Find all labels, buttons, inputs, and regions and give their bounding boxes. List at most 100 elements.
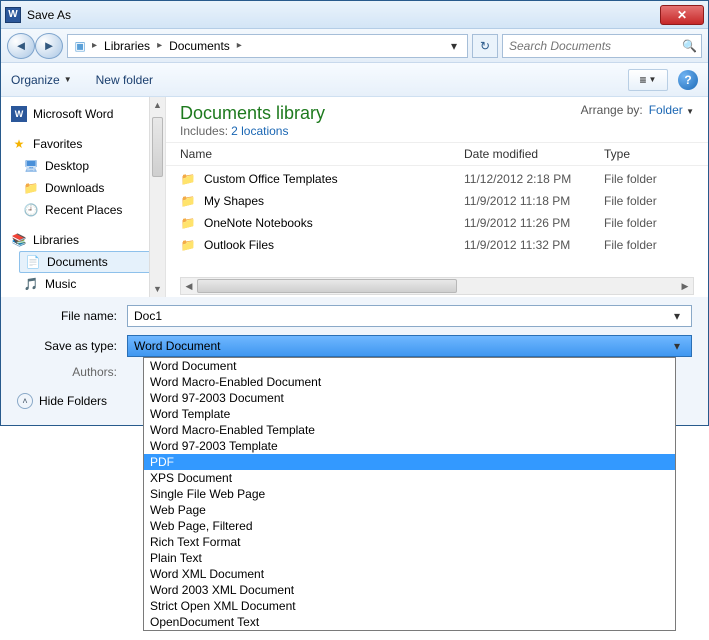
savetype-option[interactable]: Word Macro-Enabled Template — [144, 422, 675, 438]
file-type: File folder — [604, 194, 694, 208]
savetype-option[interactable]: Word 97-2003 Document — [144, 390, 675, 406]
chevron-right-icon[interactable]: ▸ — [157, 40, 162, 51]
horizontal-scrollbar[interactable]: ◀ ▶ — [180, 277, 694, 295]
file-type: File folder — [604, 172, 694, 186]
folder-icon: 📁 — [180, 215, 196, 231]
sidebar-scrollbar[interactable]: ▲ ▼ — [149, 97, 165, 297]
authors-label: Authors: — [17, 365, 127, 379]
close-button[interactable]: ✕ — [660, 5, 704, 25]
chevron-down-icon[interactable]: ▾ — [669, 339, 685, 353]
filename-input[interactable]: Doc1 ▾ — [127, 305, 692, 327]
savetype-option[interactable]: Rich Text Format — [144, 534, 675, 550]
toolbar: Organize ▼ New folder ≡ ▼ ? — [1, 63, 708, 97]
address-bar[interactable]: ▣ ▸ Libraries ▸ Documents ▸ ▾ — [67, 34, 468, 58]
breadcrumb-segment[interactable]: Documents — [166, 39, 233, 53]
filename-value: Doc1 — [134, 309, 669, 323]
main-pane: Documents library Includes: 2 locations … — [166, 97, 708, 297]
sidebar-group-favorites[interactable]: ★Favorites — [5, 133, 161, 155]
hide-folders-button[interactable]: ˄ Hide Folders — [17, 393, 107, 409]
help-button[interactable]: ? — [678, 70, 698, 90]
savetype-option[interactable]: OpenDocument Text — [144, 614, 675, 630]
savetype-options-list: Word DocumentWord Macro-Enabled Document… — [143, 357, 676, 631]
column-name[interactable]: Name — [180, 147, 464, 161]
search-input[interactable] — [507, 38, 682, 54]
scroll-thumb[interactable] — [152, 117, 163, 177]
desktop-icon: 🖥 — [23, 158, 39, 174]
sidebar-item-music[interactable]: 🎵Music — [5, 273, 161, 295]
scroll-down-icon[interactable]: ▼ — [150, 281, 165, 297]
folder-icon: 📁 — [23, 180, 39, 196]
address-dropdown[interactable]: ▾ — [445, 39, 463, 53]
folder-icon: 📁 — [180, 237, 196, 253]
savetype-label: Save as type: — [17, 339, 127, 353]
scroll-right-icon[interactable]: ▶ — [677, 278, 693, 294]
file-row[interactable]: 📁Outlook Files11/9/2012 11:32 PMFile fol… — [180, 234, 694, 256]
file-date: 11/9/2012 11:26 PM — [464, 216, 604, 230]
savetype-dropdown[interactable]: Word Document ▾ — [127, 335, 692, 357]
refresh-button[interactable]: ↻ — [472, 34, 498, 58]
location-icon: ▣ — [72, 38, 88, 54]
chevron-right-icon[interactable]: ▸ — [92, 40, 97, 51]
chevron-right-icon[interactable]: ▸ — [237, 40, 242, 51]
savetype-option[interactable]: Plain Text — [144, 550, 675, 566]
column-type[interactable]: Type — [604, 147, 694, 161]
file-row[interactable]: 📁Custom Office Templates11/12/2012 2:18 … — [180, 168, 694, 190]
forward-button[interactable]: ► — [35, 33, 63, 59]
sidebar-item-desktop[interactable]: 🖥 Desktop — [5, 155, 161, 177]
file-date: 11/9/2012 11:32 PM — [464, 238, 604, 252]
filename-dropdown[interactable]: ▾ — [669, 309, 685, 323]
sidebar: WMicrosoft Word ★Favorites 🖥 Desktop 📁Dow… — [1, 97, 166, 297]
file-type: File folder — [604, 216, 694, 230]
includes-link[interactable]: 2 locations — [231, 124, 288, 138]
scroll-thumb[interactable] — [197, 279, 457, 293]
chevron-up-icon: ˄ — [17, 393, 33, 409]
sidebar-item-label: Desktop — [45, 159, 89, 173]
includes-label: Includes: — [180, 124, 228, 138]
savetype-option[interactable]: Single File Web Page — [144, 486, 675, 502]
documents-icon: 📄 — [25, 254, 41, 270]
file-row[interactable]: 📁My Shapes11/9/2012 11:18 PMFile folder — [180, 190, 694, 212]
arrange-by-dropdown[interactable]: Folder ▼ — [649, 103, 694, 117]
savetype-option[interactable]: Word Template — [144, 406, 675, 422]
breadcrumb-segment[interactable]: Libraries — [101, 39, 153, 53]
savetype-option[interactable]: Word Macro-Enabled Document — [144, 374, 675, 390]
back-button[interactable]: ◄ — [7, 33, 35, 59]
column-modified[interactable]: Date modified — [464, 147, 604, 161]
sidebar-item-downloads[interactable]: 📁Downloads — [5, 177, 161, 199]
word-app-icon: W — [5, 7, 21, 23]
titlebar: W Save As ✕ — [1, 1, 708, 29]
view-options-button[interactable]: ≡ ▼ — [628, 69, 668, 91]
file-row[interactable]: 📁OneNote Notebooks11/9/2012 11:26 PMFile… — [180, 212, 694, 234]
save-form: File name: Doc1 ▾ Save as type: Word Doc… — [1, 297, 708, 383]
savetype-value: Word Document — [134, 339, 669, 353]
file-list: 📁Custom Office Templates11/12/2012 2:18 … — [166, 166, 708, 258]
savetype-option[interactable]: Web Page — [144, 502, 675, 518]
file-date: 11/12/2012 2:18 PM — [464, 172, 604, 186]
new-folder-button[interactable]: New folder — [96, 73, 153, 87]
search-icon[interactable]: 🔍 — [682, 39, 697, 53]
file-name: Outlook Files — [204, 238, 274, 252]
scroll-left-icon[interactable]: ◀ — [181, 278, 197, 294]
sidebar-item-documents[interactable]: 📄Documents — [19, 251, 161, 273]
scroll-up-icon[interactable]: ▲ — [150, 97, 165, 113]
libraries-icon: 📚 — [11, 232, 27, 248]
sidebar-item-recent[interactable]: 🕘Recent Places — [5, 199, 161, 221]
savetype-option[interactable]: PDF — [144, 454, 675, 470]
sidebar-group-libraries[interactable]: 📚Libraries — [5, 229, 161, 251]
sidebar-item-word[interactable]: WMicrosoft Word — [5, 103, 161, 125]
savetype-option[interactable]: Word Document — [144, 358, 675, 374]
savetype-option[interactable]: Web Page, Filtered — [144, 518, 675, 534]
savetype-option[interactable]: Strict Open XML Document — [144, 598, 675, 614]
organize-button[interactable]: Organize ▼ — [11, 73, 72, 87]
search-box[interactable]: 🔍 — [502, 34, 702, 58]
folder-icon: 📁 — [180, 193, 196, 209]
window-title: Save As — [27, 8, 660, 22]
savetype-option[interactable]: Word 97-2003 Template — [144, 438, 675, 454]
word-icon: W — [11, 106, 27, 122]
savetype-option[interactable]: Word 2003 XML Document — [144, 582, 675, 598]
savetype-option[interactable]: Word XML Document — [144, 566, 675, 582]
library-header: Documents library Includes: 2 locations … — [166, 97, 708, 143]
column-headers[interactable]: Name Date modified Type — [166, 143, 708, 166]
sidebar-item-label: Music — [45, 277, 76, 291]
savetype-option[interactable]: XPS Document — [144, 470, 675, 486]
